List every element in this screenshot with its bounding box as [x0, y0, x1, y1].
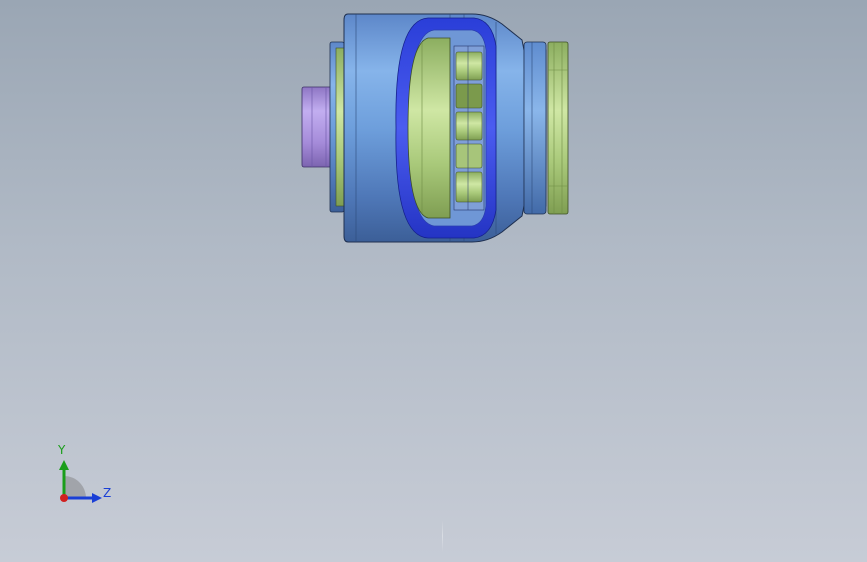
reference-triad: Y Z	[40, 438, 130, 518]
triad-axes	[59, 460, 102, 503]
splined-hub	[453, 45, 485, 211]
assembly-drawing	[301, 13, 569, 243]
origin-point	[60, 494, 68, 502]
end-cap	[523, 41, 547, 215]
z-axis-arrow	[92, 493, 102, 503]
y-axis-label: Y	[58, 443, 66, 457]
viewport-seam	[442, 520, 443, 552]
assembly-model[interactable]	[296, 10, 572, 246]
graphics-viewport[interactable]: Y Z	[0, 0, 867, 562]
y-axis-arrow	[59, 460, 69, 470]
z-axis-label: Z	[103, 486, 112, 500]
bearing-ring	[407, 37, 451, 219]
right-flange	[547, 41, 569, 215]
